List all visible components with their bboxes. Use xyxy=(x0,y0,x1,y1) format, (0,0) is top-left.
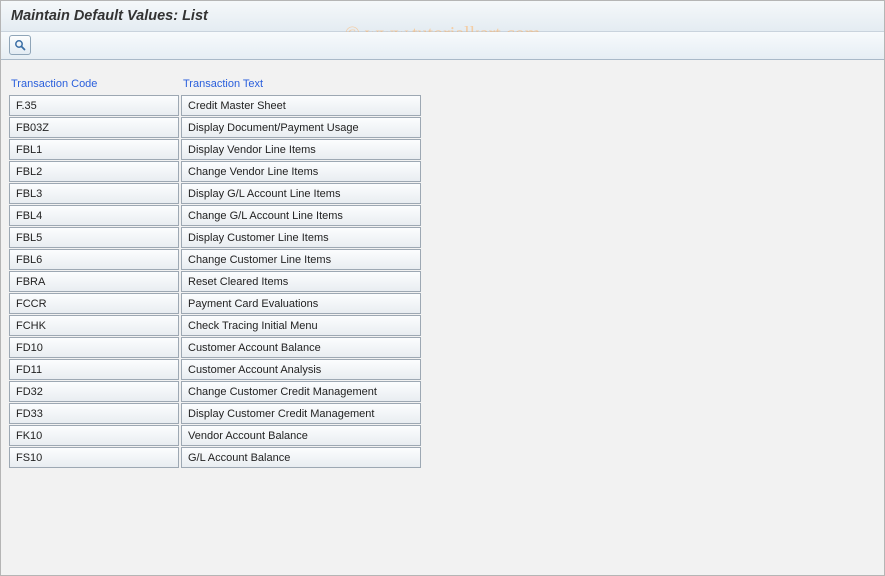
table-cell-text[interactable]: Change Vendor Line Items xyxy=(181,161,421,182)
table-cell-code[interactable]: FD11 xyxy=(9,359,179,380)
table-cell-text[interactable]: Change G/L Account Line Items xyxy=(181,205,421,226)
column-header-code[interactable]: Transaction Code xyxy=(9,76,179,95)
transactions-table: Transaction Code Transaction Text F.35Cr… xyxy=(9,76,876,469)
table-cell-text[interactable]: Change Customer Line Items xyxy=(181,249,421,270)
table-cell-text[interactable]: Customer Account Balance xyxy=(181,337,421,358)
table-cell-code[interactable]: FD32 xyxy=(9,381,179,402)
column-header-text[interactable]: Transaction Text xyxy=(181,76,421,95)
table-cell-code[interactable]: F.35 xyxy=(9,95,179,116)
table-cell-text[interactable]: Change Customer Credit Management xyxy=(181,381,421,402)
table-cell-code[interactable]: FCHK xyxy=(9,315,179,336)
table-cell-code[interactable]: FBL4 xyxy=(9,205,179,226)
table-cell-text[interactable]: G/L Account Balance xyxy=(181,447,421,468)
page-title: Maintain Default Values: List xyxy=(11,8,208,24)
table-cell-text[interactable]: Vendor Account Balance xyxy=(181,425,421,446)
table-cell-code[interactable]: FB03Z xyxy=(9,117,179,138)
table-cell-text[interactable]: Check Tracing Initial Menu xyxy=(181,315,421,336)
table-cell-code[interactable]: FBL5 xyxy=(9,227,179,248)
table-cell-code[interactable]: FBL6 xyxy=(9,249,179,270)
choose-button[interactable] xyxy=(9,35,31,55)
table-cell-code[interactable]: FBRA xyxy=(9,271,179,292)
table-cell-code[interactable]: FD10 xyxy=(9,337,179,358)
table-cell-text[interactable]: Display G/L Account Line Items xyxy=(181,183,421,204)
table-cell-text[interactable]: Display Document/Payment Usage xyxy=(181,117,421,138)
table-cell-text[interactable]: Display Vendor Line Items xyxy=(181,139,421,160)
application-toolbar xyxy=(1,32,884,60)
table-cell-text[interactable]: Customer Account Analysis xyxy=(181,359,421,380)
magnifier-icon xyxy=(13,38,27,52)
table-cell-code[interactable]: FCCR xyxy=(9,293,179,314)
table-cell-text[interactable]: Display Customer Credit Management xyxy=(181,403,421,424)
title-bar: Maintain Default Values: List xyxy=(1,1,884,32)
table-cell-text[interactable]: Payment Card Evaluations xyxy=(181,293,421,314)
table-cell-text[interactable]: Credit Master Sheet xyxy=(181,95,421,116)
table-cell-code[interactable]: FD33 xyxy=(9,403,179,424)
table-cell-text[interactable]: Display Customer Line Items xyxy=(181,227,421,248)
table-cell-code[interactable]: FS10 xyxy=(9,447,179,468)
content-area: Transaction Code Transaction Text F.35Cr… xyxy=(1,60,884,477)
table-cell-code[interactable]: FK10 xyxy=(9,425,179,446)
table-cell-code[interactable]: FBL3 xyxy=(9,183,179,204)
table-cell-code[interactable]: FBL1 xyxy=(9,139,179,160)
app-window: Maintain Default Values: List © www.tuto… xyxy=(0,0,885,576)
table-cell-code[interactable]: FBL2 xyxy=(9,161,179,182)
table-cell-text[interactable]: Reset Cleared Items xyxy=(181,271,421,292)
